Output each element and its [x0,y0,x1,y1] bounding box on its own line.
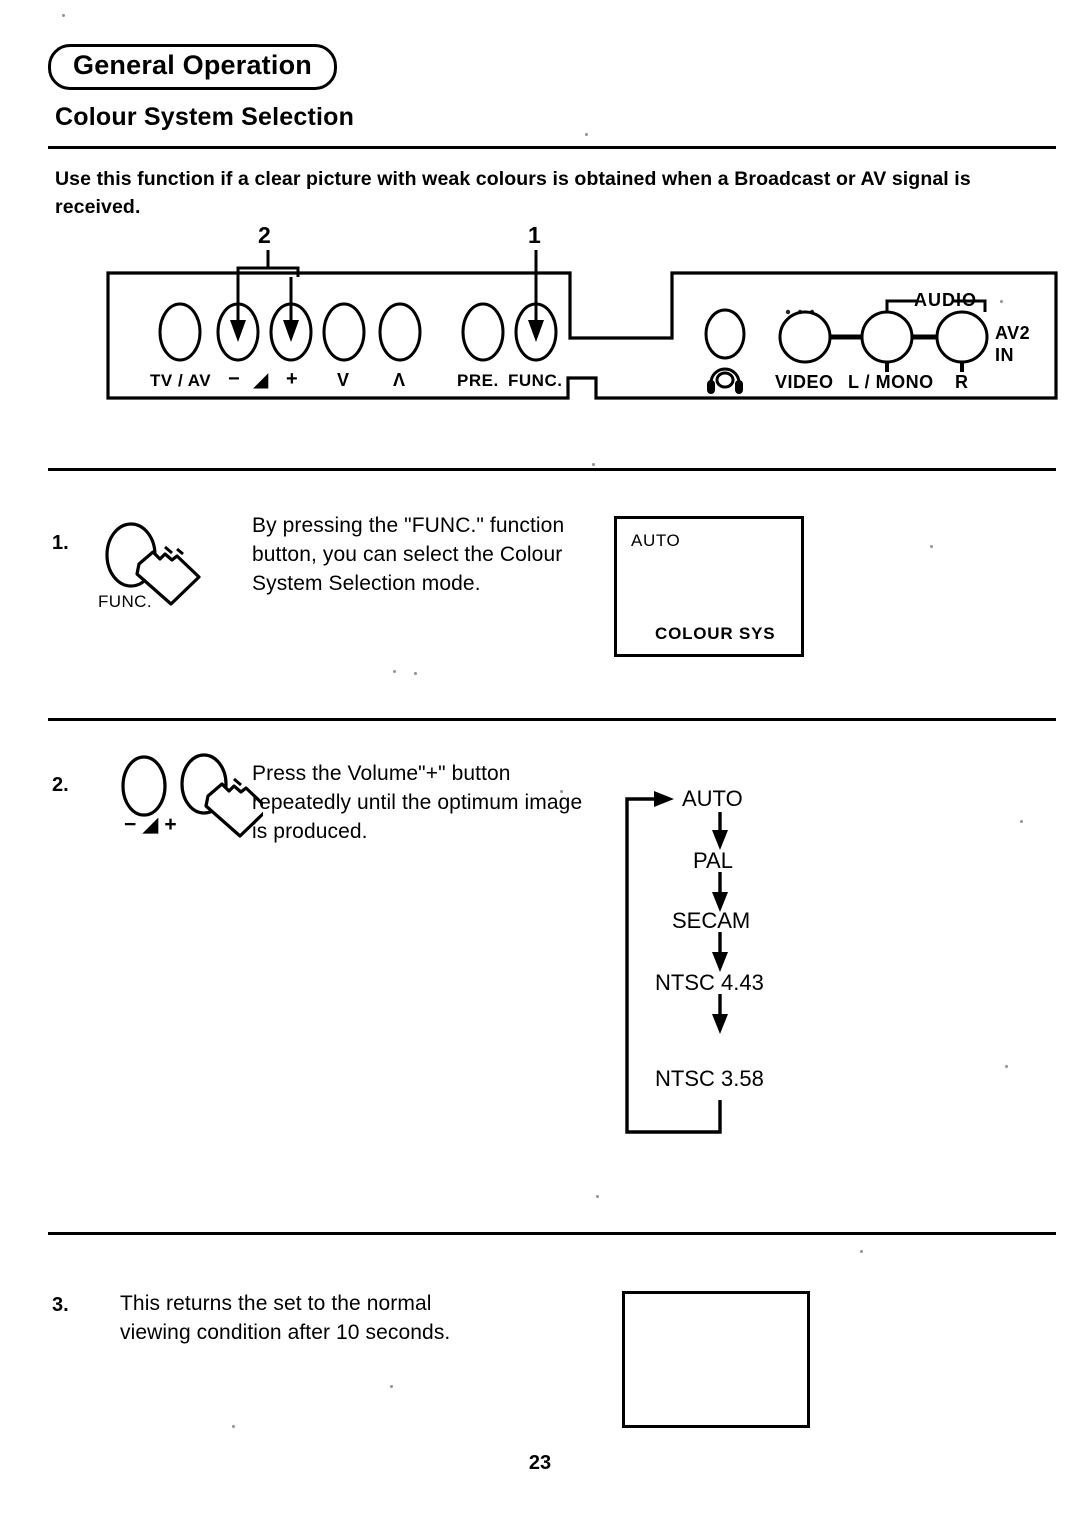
scan-speck [232,1425,235,1428]
scan-speck [592,463,595,466]
label-av2-in-line1: AV2 [995,323,1031,343]
label-video: VIDEO [775,372,834,392]
page-number: 23 [528,1452,552,1474]
flow-node-secam: SECAM [672,908,751,933]
label-func: FUNC. [508,371,563,390]
flow-node-ntsc-443: NTSC 4.43 [655,970,764,995]
scan-speck [62,14,65,17]
scan-speck [596,1195,599,1198]
label-volume-minus: − [228,368,240,390]
label-r: R [955,372,969,392]
label-av2-in-line2: IN [995,345,1014,365]
title-divider [48,146,1056,149]
step-3-text: This returns the set to the normal viewi… [120,1292,451,1344]
scan-speck [560,790,563,793]
step-2-number: 2. [52,774,69,796]
step-1-screen-bottom-label: COLOUR SYS [655,624,776,643]
step-3-number: 3. [52,1294,69,1316]
flow-node-ntsc-358: NTSC 3.58 [655,1066,764,1091]
label-volume-plus: + [286,368,298,390]
step-2-volume-icon [118,752,270,862]
callout-label-2: 2 [258,222,271,248]
manual-page: General Operation Colour System Selectio… [0,0,1080,1516]
scan-speck [1000,300,1003,303]
label-tv-av: TV / AV [150,371,212,390]
flow-node-pal: PAL [693,848,733,873]
label-pre: PRE. [457,371,499,390]
scan-speck [1005,1065,1008,1068]
step-1-text: By pressing the "FUNC." function button,… [252,514,565,595]
scan-speck [585,133,588,136]
label-channel-down: V [337,370,350,390]
step-2-minus-label: − [124,813,143,836]
divider-above-step-1 [48,468,1056,471]
step-2-text: Press the Volume"+" button repeatedly un… [252,762,583,843]
step-2-volume-controls-label: −◢+ [124,812,183,837]
step-3-screen [622,1291,810,1428]
scan-speck [930,545,933,548]
label-channel-up: Λ [393,370,406,390]
step-2-plus-label: + [164,813,183,836]
intro-paragraph: Use this function if a clear picture wit… [55,168,971,219]
step-1-number: 1. [52,532,69,554]
label-audio-bracket: AUDIO [914,290,977,310]
scan-speck [860,1250,863,1253]
scan-speck [390,1385,393,1388]
colour-system-flow-chart: AUTO PAL SECAM NTSC 4.43 NTSC 3.58 [600,780,860,1150]
scan-speck [414,672,417,675]
label-l-mono: L / MONO [848,372,934,392]
divider-above-step-3 [48,1232,1056,1235]
scan-speck [1020,820,1023,823]
step-2-volume-glyph: ◢ [142,813,165,836]
front-panel-diagram: 2 1 TV / AV − ◢ + V Λ PRE. FUNC. AUDIO A… [0,220,1080,420]
section-title: Colour System Selection [55,103,355,131]
volume-icon: ◢ [253,369,269,391]
callout-label-1: 1 [528,222,541,248]
step-1-screen: AUTO COLOUR SYS [614,516,804,657]
step-1-screen-top-label: AUTO [631,531,681,550]
step-1-icon-label: FUNC. [98,592,152,611]
flow-node-auto: AUTO [682,786,743,811]
divider-above-step-2 [48,718,1056,721]
page-header-badge: General Operation [48,44,337,91]
scan-speck [393,670,396,673]
